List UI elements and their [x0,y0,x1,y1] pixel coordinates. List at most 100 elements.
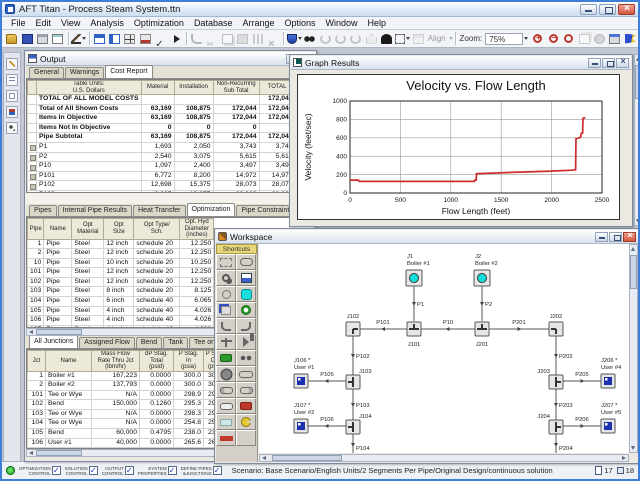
workspace-shortcut-icon[interactable] [6,58,18,70]
visual-report-icon[interactable] [138,32,152,46]
output-window-icon[interactable] [92,32,106,46]
table-row[interactable]: 1Boiler #1167,2230.0000300.0300.0 [28,371,228,381]
save-icon[interactable] [20,32,34,46]
workspace-minimize-button[interactable] [595,232,608,242]
graph-results-shortcut-icon[interactable] [6,106,18,118]
table-row[interactable]: 102Bend150,0000.1260295.3295.2 [28,400,228,410]
menu-window[interactable]: Window [321,18,363,28]
table-row[interactable]: Total of All Shown Costs63,169108,875172… [28,104,296,114]
junction-J107[interactable]: J107 *User #2 [294,403,314,433]
branch-elbow-tool[interactable] [236,318,256,334]
optimization-control-checkbox[interactable]: ✓ [52,466,61,475]
junction-J1[interactable]: J1Boiler #1 [406,254,430,286]
zoom-select-tool[interactable] [216,270,236,286]
build-model-icon[interactable] [71,32,86,46]
tab-pipes[interactable]: Pipes [29,205,57,216]
tab-general[interactable]: General [29,67,64,78]
check-model-icon[interactable] [154,32,168,46]
junction-J106[interactable]: J106 *User #1 [294,358,314,388]
graph-minimize-button[interactable] [588,58,601,68]
table-row[interactable]: 105PipeSteel4 inchschedule 404.026 [28,306,214,316]
junction-J101[interactable]: J101 [407,322,421,348]
menu-database[interactable]: Database [189,18,238,28]
table-row[interactable]: 2Boiler #2137,7930.0000300.0300.0 [28,381,228,391]
junction-J103[interactable]: J103 [346,369,372,389]
table-row[interactable]: 104PipeSteel6 inchschedule 406.065 [28,297,214,307]
table-row[interactable]: TOTAL OF ALL MODEL COSTS172,044 [28,95,296,105]
tab-heat-transfer[interactable]: Heat Transfer [133,205,185,216]
restore-button[interactable] [599,4,616,15]
menu-edit[interactable]: Edit [31,18,57,28]
user-demand-tool[interactable] [216,350,236,366]
pipe-tool[interactable] [236,254,256,270]
reservoir-tool[interactable] [236,366,256,382]
menu-options[interactable]: Options [280,18,321,28]
graph-title-bar[interactable]: Graph Results [291,56,631,70]
valve-tool[interactable] [236,334,256,350]
minimize-button[interactable] [580,4,597,15]
graph-restore-button[interactable] [602,58,615,68]
output-shortcut-icon[interactable] [6,90,18,102]
table-row[interactable]: P11,6932,0503,7433,743 [28,142,296,152]
table-row[interactable]: P22,5403,0755,6155,615 [28,152,296,162]
table-row[interactable]: 101PipeSteel12 inchschedule 2012.250 [28,268,214,278]
workspace-close-button[interactable] [623,232,636,242]
junction-J207[interactable]: J207 *User #5 [601,403,621,433]
workspace-tree-icon[interactable] [123,32,137,46]
coupling-tool[interactable] [216,382,236,398]
table-row[interactable]: 105Bend60,0000.4795238.0237.5 [28,429,228,439]
solution-control-checkbox[interactable]: ✓ [89,466,98,475]
print-workspace-icon[interactable] [608,32,622,46]
junction-J202[interactable]: J202 [549,314,563,336]
find-icon[interactable] [303,32,317,46]
table-row[interactable]: Items Not In Objective0000 [28,123,296,133]
table-row[interactable]: Pipe Subtotal63,169108,875172,044172,044 [28,133,296,143]
tab-all-junctions[interactable]: All Junctions [29,335,78,348]
scenario-flag-icon[interactable] [623,32,637,46]
zoom-select-icon[interactable] [562,32,576,46]
junction-J204[interactable]: J204 [537,414,563,434]
sprinkler-tool[interactable] [216,286,236,302]
zoom-value[interactable]: 75% [485,33,523,45]
workspace-vscrollbar[interactable] [629,244,638,453]
relief-valve-tool[interactable] [236,414,256,430]
system-properties-checkbox[interactable]: ✓ [168,466,177,475]
table-row[interactable]: P1016,7728,20014,97214,972 [28,171,296,181]
table-row[interactable]: 101Tee or WyeN/A0.0000298.9298.9 [28,390,228,400]
spectacles-tool[interactable] [236,350,256,366]
junction-J203[interactable]: J203 [537,369,563,389]
heat-exchanger-tool[interactable] [216,430,236,446]
junction-J102[interactable]: J102 [346,314,360,336]
workspace-title-bar[interactable]: Workspace [216,230,638,244]
tee-wye-tool[interactable] [216,334,236,350]
output-title-bar[interactable]: Output [26,52,315,66]
table-row[interactable]: P10212,69815,37528,07328,073 [28,181,296,191]
highlight-icon[interactable] [380,32,394,46]
tab-tank[interactable]: Tank [163,337,188,348]
workspace-restore-button[interactable] [609,232,622,242]
dead-end-tool[interactable] [216,414,236,430]
zoom-out-icon[interactable] [546,32,560,46]
graph-vscrollbar[interactable] [634,54,640,226]
table-row[interactable]: 10PipeSteel10 inchschedule 2010.250 [28,258,214,268]
fan-tool[interactable] [236,302,256,318]
tab-warnings[interactable]: Warnings [65,67,104,78]
table-row[interactable]: 103Tee or WyeN/A0.0000298.3298.3 [28,409,228,419]
graph-close-button[interactable] [616,58,629,68]
workspace-canvas[interactable]: P1P2P101P10P201P102P202P105P103P106P104P… [259,244,629,453]
pump-tool[interactable] [216,366,236,382]
print-icon[interactable] [35,32,49,46]
menu-file[interactable]: File [6,18,31,28]
elbow-tool[interactable] [216,318,236,334]
print-preview-icon[interactable] [51,32,65,46]
output-control-checkbox[interactable]: ✓ [125,466,134,475]
tab-cost-report[interactable]: Cost Report [105,65,152,78]
table-row[interactable]: Items In Objective63,169108,875172,04417… [28,114,296,124]
run-model-icon[interactable] [169,32,183,46]
table-row[interactable]: 104Tee or WyeN/A0.0000254.8254.8 [28,419,228,429]
menu-optimization[interactable]: Optimization [129,18,189,28]
menu-help[interactable]: Help [363,18,392,28]
table-row[interactable]: 106PipeSteel4 inchschedule 404.026 [28,316,214,326]
title-bar[interactable]: AFT Titan - Process Steam System.ttn [2,2,638,17]
table-row[interactable]: 106User #140,0000.0000265.6265.6 [28,438,228,448]
